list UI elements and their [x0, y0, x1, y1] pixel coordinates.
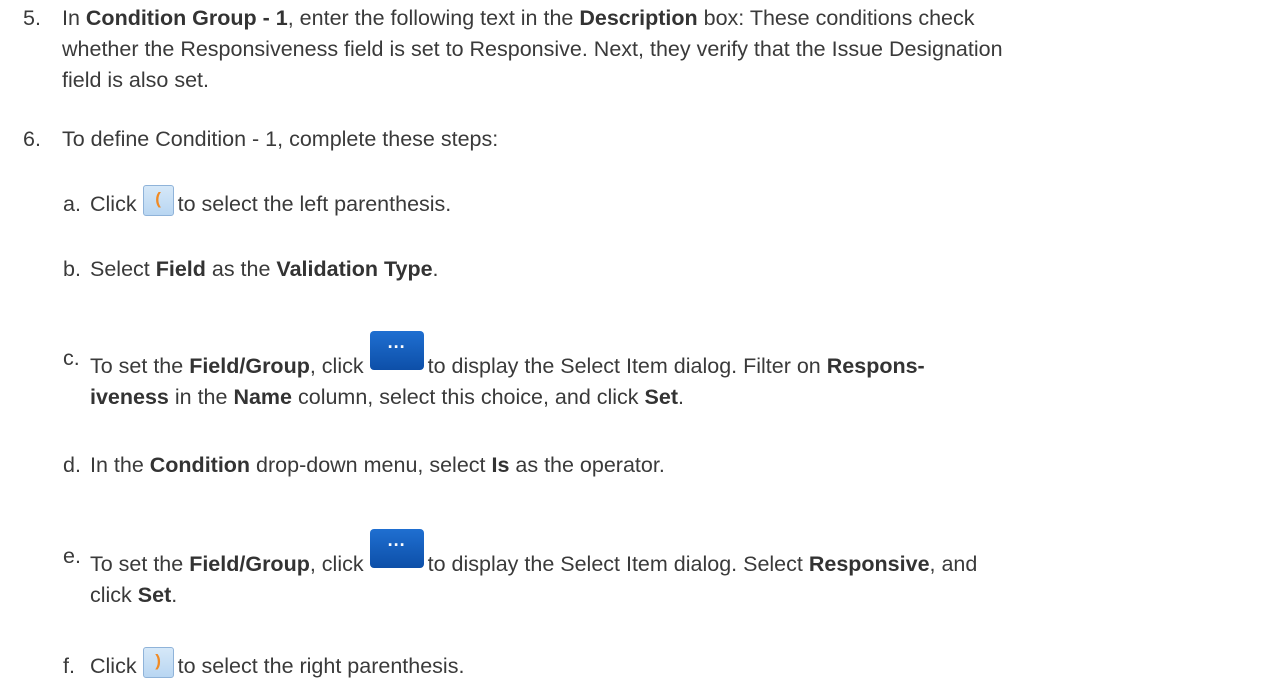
step-text: To define Condition - 1, complete these … — [62, 127, 499, 151]
right-parenthesis-icon[interactable]: ) — [142, 647, 174, 678]
left-parenthesis-icon[interactable]: ( — [142, 185, 174, 216]
step-number: 6. — [23, 127, 41, 151]
step-number: 5. — [23, 6, 41, 30]
ellipsis-icon[interactable]: ... — [369, 331, 424, 370]
ellipsis-icon[interactable]: ... — [369, 529, 424, 568]
instructions-document: 5. In Condition Group - 1, enter the fol… — [0, 0, 1270, 696]
step-text: In Condition Group - 1, enter the follow… — [62, 6, 1003, 92]
